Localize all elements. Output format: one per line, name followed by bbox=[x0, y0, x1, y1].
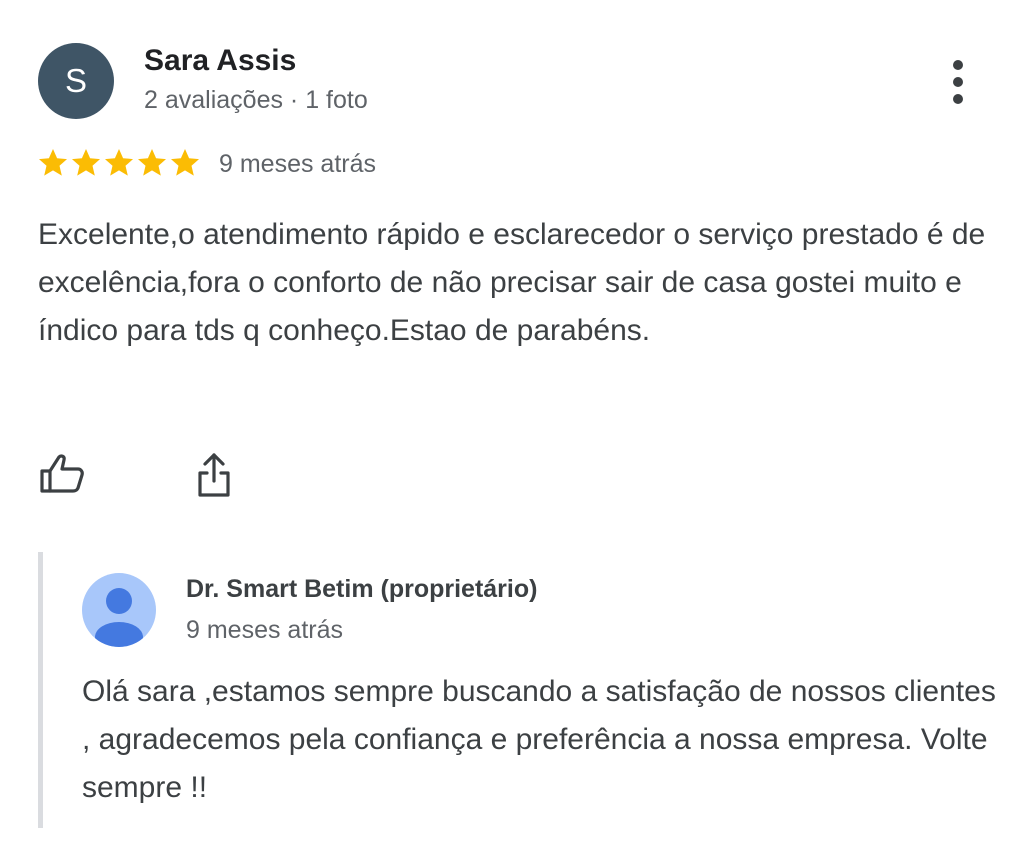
avatar-initial: S bbox=[64, 62, 87, 99]
thumb-up-icon bbox=[40, 454, 84, 493]
star-icon bbox=[171, 149, 199, 176]
more-options-button[interactable] bbox=[938, 56, 978, 108]
owner-avatar[interactable] bbox=[82, 573, 156, 647]
star-icon bbox=[105, 149, 133, 176]
reviewer-meta: 2 avaliações · 1 foto bbox=[144, 86, 368, 114]
more-vert-icon bbox=[953, 60, 963, 70]
owner-reply-text: Olá sara ,estamos sempre buscando a sati… bbox=[82, 675, 996, 804]
review-text: Excelente,o atendimento rápido e esclare… bbox=[38, 218, 986, 347]
more-vert-icon-dot bbox=[953, 77, 963, 87]
reviewer-avatar[interactable]: S bbox=[38, 43, 114, 119]
reviewer-name[interactable]: Sara Assis bbox=[144, 44, 296, 78]
review-date: 9 meses atrás bbox=[219, 150, 377, 178]
owner-name: Dr. Smart Betim (proprietário) bbox=[186, 575, 538, 603]
more-vert-icon-dot bbox=[953, 94, 963, 104]
star-icon bbox=[39, 149, 67, 176]
share-icon bbox=[198, 453, 230, 497]
like-button[interactable] bbox=[38, 451, 88, 501]
star-icon bbox=[138, 149, 166, 176]
owner-reply-date: 9 meses atrás bbox=[186, 616, 344, 644]
person-icon bbox=[95, 588, 143, 647]
share-button[interactable] bbox=[192, 451, 236, 501]
star-icon bbox=[72, 149, 100, 176]
star-rating bbox=[37, 147, 201, 179]
reply-divider bbox=[38, 552, 43, 828]
